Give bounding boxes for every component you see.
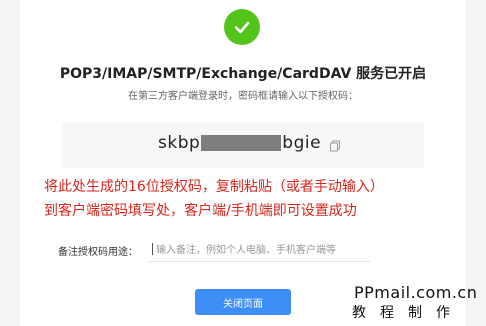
auth-code: skbp bgie — [158, 133, 341, 153]
auth-code-box: skbp bgie — [62, 122, 424, 168]
note-label: 备注授权码用途： — [58, 247, 138, 258]
success-check-icon — [224, 9, 260, 45]
note-placeholder: 输入备注，例如个人电脑、手机客户端等 — [156, 245, 336, 256]
annotation-line-1: 将此处生成的16位授权码，复制粘贴（或者手动输入） — [44, 179, 384, 195]
service-enabled-title: POP3/IMAP/SMTP/Exchange/CardDAV 服务已开启 — [59, 66, 427, 82]
service-enabled-subtitle: 在第三方客户端登录时，密码框请输入以下授权码： — [128, 91, 358, 102]
auth-code-prefix: skbp — [158, 133, 201, 153]
text-caret — [152, 242, 153, 255]
copy-icon[interactable] — [329, 137, 341, 152]
auth-code-redaction — [201, 135, 282, 151]
auth-code-suffix: bgie — [282, 133, 322, 153]
annotation-line-2: 到客户端密码填写处，客户端/手机端即可设置成功 — [44, 203, 357, 219]
note-input[interactable]: 输入备注，例如个人电脑、手机客户端等 — [148, 236, 370, 262]
watermark-domain: PPmail.com.cn — [354, 283, 478, 302]
watermark-caption: 教程制作 — [352, 305, 464, 321]
close-page-button[interactable]: 关闭页面 — [195, 289, 291, 315]
